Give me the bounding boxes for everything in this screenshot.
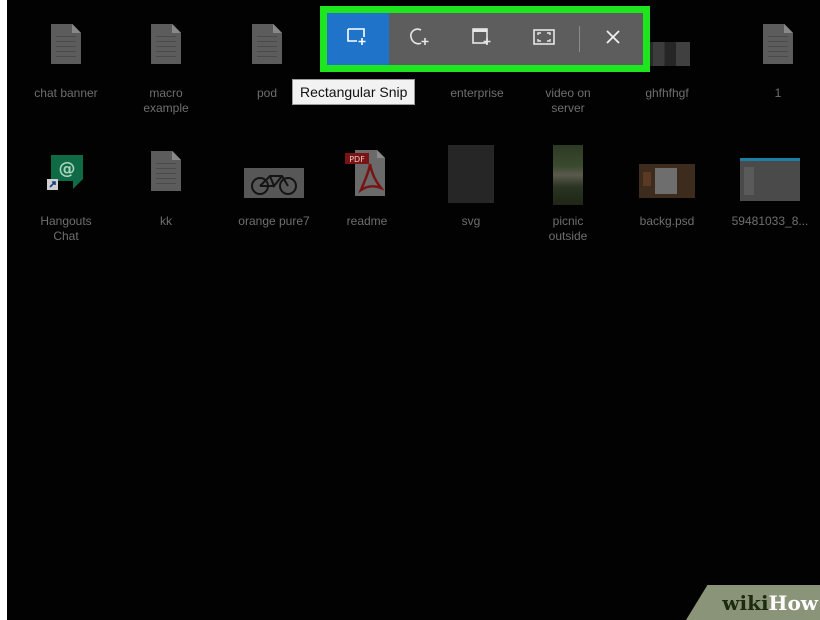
rectangular-snip-button[interactable] [327,13,389,65]
desktop-icon-orange-pure7[interactable]: orange pure7 [226,150,322,250]
screenshot-thumbnail [740,158,800,201]
icon-label: picnic outside [548,214,588,243]
wikihow-watermark: wiki How [686,585,820,620]
desktop-icon-svg[interactable]: svg [423,145,519,250]
icon-label: readme [346,214,388,228]
fullscreen-snip-button[interactable] [513,13,575,65]
icon-label: enterprise [450,86,504,100]
hangouts-chat-icon: @ [47,151,85,190]
photo-thumbnail [553,145,583,205]
icon-label: backg.psd [639,214,695,228]
icon-label: Hangouts Chat [40,214,92,243]
icon-label: video on server [545,86,591,115]
icon-label: chat banner [34,86,98,100]
close-snip-button[interactable] [588,13,638,65]
document-icon [763,24,793,64]
document-icon [151,151,181,191]
desktop-icon-hangouts-chat[interactable]: @ Hangouts Chat [18,150,114,250]
icon-label: svg [461,214,481,228]
image-thumbnail [644,42,690,66]
window-snip-button[interactable] [451,13,513,65]
desktop-icon-1[interactable]: 1 [730,22,820,122]
tooltip-rectangular-snip: Rectangular Snip [292,79,416,105]
icon-label: ghfhfhgf [645,86,689,100]
desktop-icon-chat-banner[interactable]: chat banner [18,22,114,122]
watermark-part2: How [768,590,818,615]
close-icon [605,29,621,50]
desktop-icon-picnic-outside[interactable]: picnic outside [520,145,616,250]
document-icon [51,24,81,64]
rectangle-snip-icon [347,27,369,51]
icon-label: 59481033_8... [731,214,809,228]
svg-text:@: @ [59,159,76,179]
watermark-part1: wiki [722,590,769,615]
fullscreen-snip-icon [533,28,555,51]
desktop-icon-backg-psd[interactable]: backg.psd [619,150,715,250]
toolbar-separator [579,26,580,52]
icon-label: kk [160,214,172,228]
psd-thumbnail [639,164,695,198]
icon-label: macro example [143,86,189,115]
desktop-icon-pod[interactable]: pod [219,22,315,122]
desktop-icon-macro-example[interactable]: macro example [118,22,214,122]
icon-label: orange pure7 [238,214,310,228]
bicycle-thumbnail [244,168,304,198]
pdf-badge: PDF [349,155,365,164]
freeform-snip-button[interactable] [389,13,451,65]
svg-thumbnail [448,145,494,203]
document-icon [252,24,282,64]
snip-toolbar [327,13,643,65]
pdf-icon: PDF [345,150,389,196]
document-icon [151,24,181,64]
freeform-snip-icon [409,27,431,52]
window-snip-icon [471,27,493,52]
desktop-icon-kk[interactable]: kk [118,150,214,250]
desktop-icon-readme[interactable]: PDF readme [319,150,415,250]
icon-label: 1 [774,86,782,100]
desktop-icon-screenshot[interactable]: 59481033_8... [720,150,820,250]
